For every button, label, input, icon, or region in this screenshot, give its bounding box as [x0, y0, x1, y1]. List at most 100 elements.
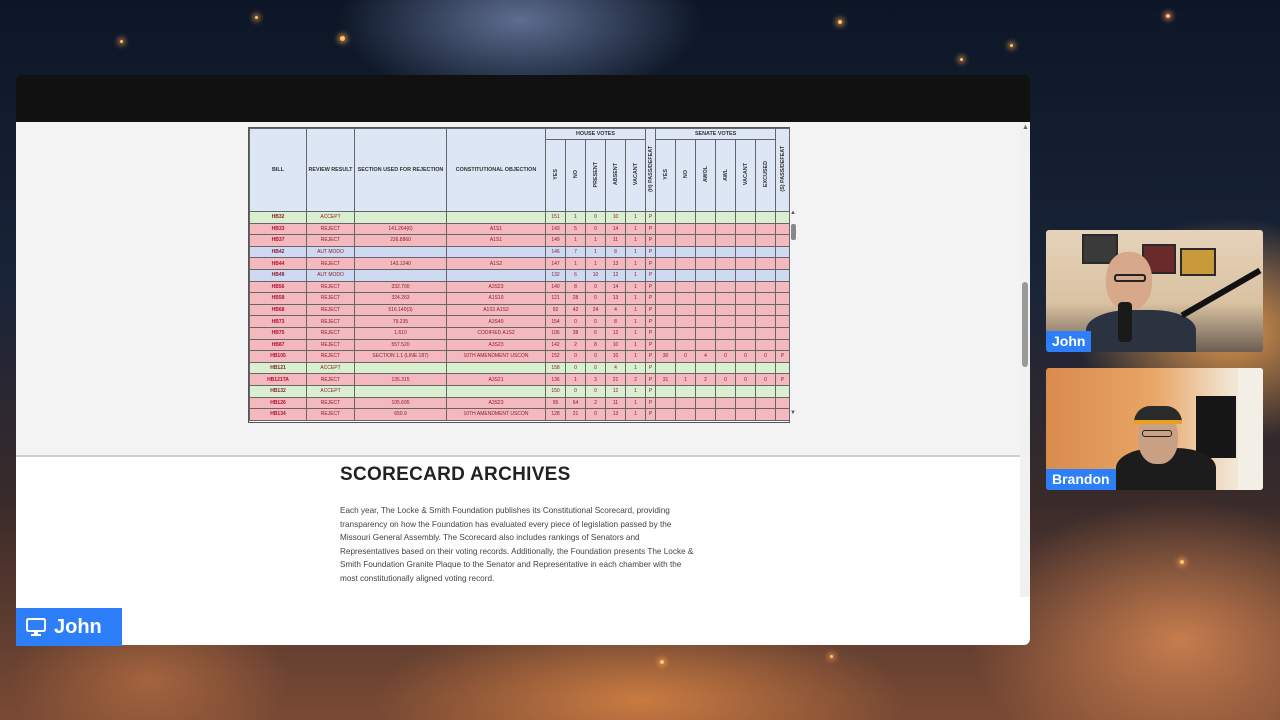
table-cell: [715, 234, 737, 247]
table-cell: HB37: [249, 234, 307, 247]
scroll-thumb[interactable]: [791, 224, 796, 240]
table-row[interactable]: HB126 REJECT 105.695 A3S23 95 64 2 11 1 P: [249, 396, 791, 410]
table-cell: [675, 280, 697, 294]
table-row[interactable]: HB42 AUT MODO 146 7 1 8 1 P: [249, 245, 791, 259]
table-cell: REJECT: [306, 396, 355, 410]
table-cell: [715, 268, 737, 282]
table-row[interactable]: HB37 REJECT 226.8860 A1S1 149 1 1 11 1 P: [249, 234, 791, 247]
table-cell: 136: [545, 373, 566, 386]
participant-label-brandon: Brandon: [1046, 469, 1116, 490]
table-cell: [675, 396, 697, 410]
table-cell: [775, 408, 791, 421]
col-h-present: PRESENT: [585, 139, 606, 212]
table-cell: HB42: [249, 245, 307, 259]
table-cell: 142: [545, 338, 566, 352]
table-cell: 1: [585, 245, 606, 259]
table-cell: 158: [545, 361, 566, 375]
table-cell: P: [645, 257, 657, 270]
table-row[interactable]: HB132 ACCEPT 150 0 0 12 1 P: [249, 384, 791, 398]
table-cell: 10: [605, 338, 626, 352]
browser-viewport[interactable]: BILL REVIEW RESULT SECTION USED FOR REJE…: [16, 122, 1030, 645]
table-cell: 146: [545, 245, 566, 259]
table-cell: [775, 292, 791, 305]
table-row[interactable]: HB58 REJECT 324.263 A1S10 121 28 0 13 1 P: [249, 292, 791, 305]
table-cell: 332.700: [354, 280, 447, 294]
table-cell: [755, 234, 777, 247]
browser-scroll-thumb[interactable]: [1022, 282, 1028, 367]
table-cell: 1: [624, 257, 647, 270]
table-cell: 12: [605, 384, 626, 398]
table-cell: [354, 384, 447, 398]
table-cell: 8: [605, 245, 626, 259]
table-row[interactable]: HB121 ACCEPT 158 0 0 4 1 P: [249, 361, 791, 375]
table-cell: [695, 408, 717, 421]
table-cell: 1: [565, 211, 586, 224]
webcam-tile-brandon[interactable]: Brandon: [1046, 368, 1263, 490]
col-s-pass: (S) PASS/DEFEAT: [775, 128, 791, 212]
table-cell: 516.140(3): [354, 303, 447, 317]
table-cell: [695, 211, 717, 224]
table-row[interactable]: HB32 ACCEPT 151 1 0 10 1 P: [249, 211, 791, 224]
scorecard-spreadsheet[interactable]: BILL REVIEW RESULT SECTION USED FOR REJE…: [248, 127, 791, 423]
table-cell: 5: [565, 222, 586, 236]
table-row[interactable]: HB105 REJECT SECTION 1.1 (LINE 187) 10TH AM…: [249, 350, 791, 363]
table-cell: [695, 245, 717, 259]
table-cell: 0: [735, 373, 757, 386]
table-cell: 8: [565, 280, 586, 294]
table-row[interactable]: HB73 REJECT 79.235 A3S40 154 0 0 8 1 P: [249, 315, 791, 328]
spreadsheet-scrollbar[interactable]: ▲ ▼: [790, 210, 798, 420]
table-cell: 2: [565, 338, 586, 352]
table-cell: 95: [545, 396, 566, 410]
scroll-up-icon[interactable]: ▲: [790, 210, 796, 216]
table-row[interactable]: HB49 AUT MODO 132 6 10 12 1 P: [249, 268, 791, 282]
table-cell: 650.9: [354, 408, 447, 421]
scroll-up-icon[interactable]: ▲: [1022, 124, 1029, 132]
table-cell: 4: [695, 350, 717, 363]
table-cell: [354, 211, 447, 224]
table-cell: [695, 268, 717, 282]
col-s-vacant: VACANT: [735, 139, 757, 212]
table-cell: 10: [605, 211, 626, 224]
table-cell: HB33: [249, 222, 307, 236]
door: [1238, 368, 1263, 490]
table-cell: 143.1240: [354, 257, 447, 270]
table-cell: REJECT: [306, 350, 355, 363]
table-row[interactable]: HB134 REJECT 650.9 10TH AMENDMENT USCON 128 2…: [249, 408, 791, 421]
table-cell: 4: [605, 303, 626, 317]
table-cell: P: [645, 303, 657, 317]
table-row[interactable]: HB56 REJECT 332.700 A3S23 140 8 0 14 1 P: [249, 280, 791, 294]
table-cell: 1: [624, 211, 647, 224]
table-row[interactable]: HB121TA REJECT 135.315 A3S21 136 1 3 21 2 P 31 1 2 0 0…: [249, 373, 791, 386]
table-cell: 0: [585, 292, 606, 305]
table-cell: [695, 222, 717, 236]
embedded-spreadsheet-area: BILL REVIEW RESULT SECTION USED FOR REJE…: [16, 122, 1020, 455]
table-cell: 0: [585, 211, 606, 224]
table-cell: 226.8860: [354, 234, 447, 247]
col-h-no: NO: [565, 139, 586, 212]
table-row[interactable]: HB68 REJECT 516.140(3) A1S1 A1S2 92 42 24 4 1 P: [249, 303, 791, 317]
table-row[interactable]: HB87 REJECT 557.520 A3S23 142 2 8 10 1 P: [249, 338, 791, 352]
table-cell: 14: [605, 280, 626, 294]
table-cell: [755, 211, 777, 224]
table-cell: HB134: [249, 408, 307, 421]
table-cell: 1: [624, 268, 647, 282]
participant-label-john: John: [1046, 331, 1092, 352]
table-cell: A3S23: [446, 280, 546, 294]
webcam-tile-john[interactable]: John: [1046, 230, 1263, 352]
table-cell: [715, 384, 737, 398]
table-cell: [715, 303, 737, 317]
scroll-down-icon[interactable]: ▼: [790, 410, 796, 416]
table-cell: 132: [545, 268, 566, 282]
table-cell: 28: [565, 292, 586, 305]
col-s-no: NO: [675, 139, 697, 212]
table-cell: 141.264(6): [354, 222, 447, 236]
col-s-awol: AWOL: [695, 139, 717, 212]
table-cell: 0: [565, 361, 586, 375]
table-row[interactable]: HB33 REJECT 141.264(6) A1S1 143 5 0 14 1 P: [249, 222, 791, 236]
table-row[interactable]: HB75 REJECT 1.610 CODIFIED A1S2 106 38 6 12 1 P: [249, 326, 791, 340]
table-cell: P: [645, 315, 657, 328]
table-cell: [675, 326, 697, 340]
table-row[interactable]: HB44 REJECT 143.1240 A1S2 147 1 1 13 1 P: [249, 257, 791, 270]
browser-scrollbar[interactable]: ▲: [1020, 122, 1030, 597]
table-cell: 149: [545, 234, 566, 247]
